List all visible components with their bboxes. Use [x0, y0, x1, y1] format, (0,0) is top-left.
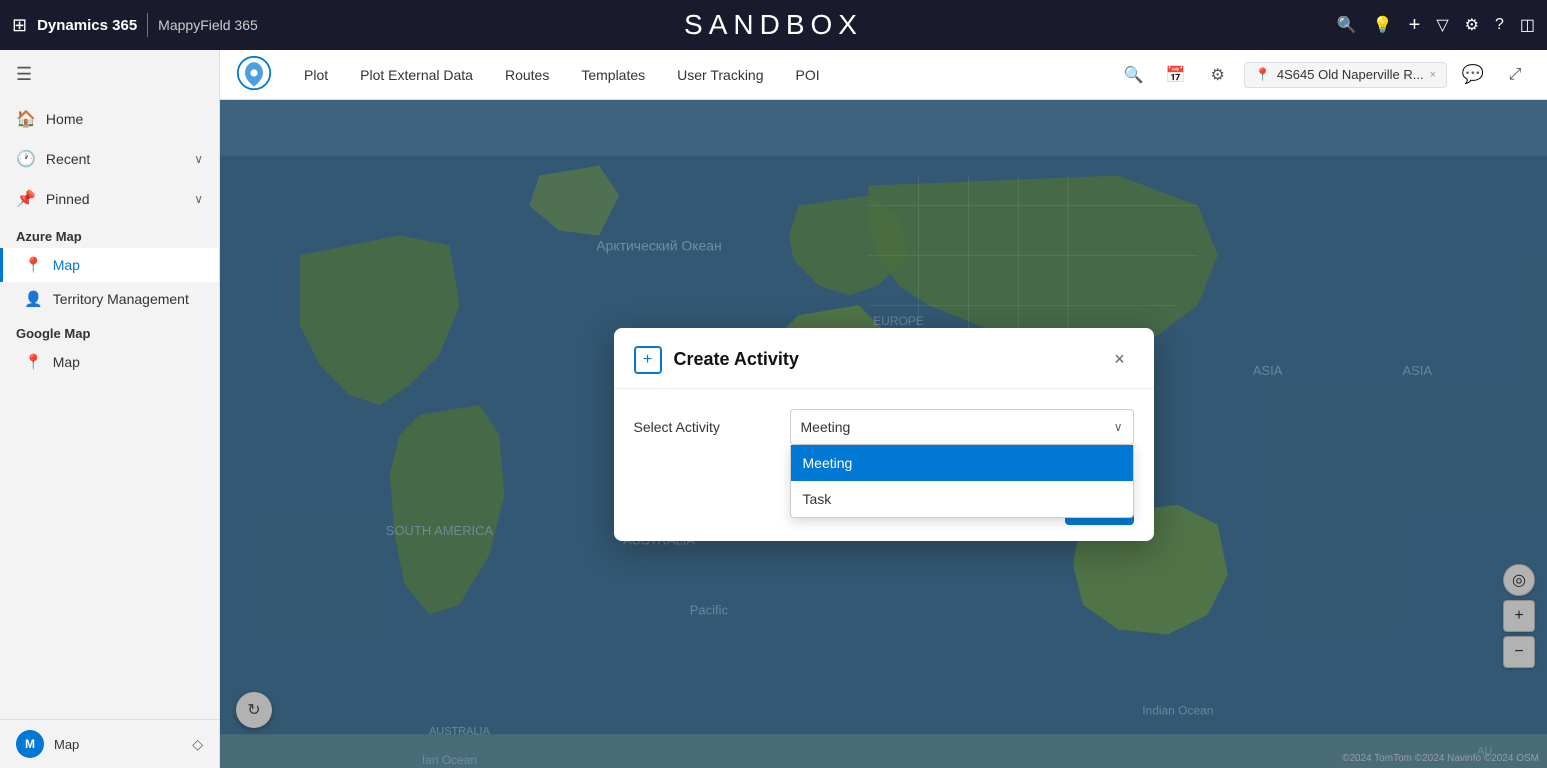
- sidebar-item-territory-management[interactable]: 👤 Territory Management: [0, 282, 219, 316]
- modal-add-icon: +: [634, 346, 662, 374]
- home-label: Home: [46, 111, 203, 127]
- sidebar-item-pinned[interactable]: 📌 Pinned ∨: [0, 179, 219, 219]
- filter-icon[interactable]: ▽: [1436, 15, 1448, 35]
- top-nav-left: ⊞ Dynamics 365 MappyField 365: [12, 13, 258, 37]
- territory-management-label: Territory Management: [53, 291, 189, 307]
- header-address[interactable]: 📍 4S645 Old Naperville R... ×: [1244, 62, 1447, 88]
- pinned-label: Pinned: [46, 191, 184, 207]
- top-nav-bar: ⊞ Dynamics 365 MappyField 365 SANDBOX 🔍 …: [0, 0, 1547, 50]
- selected-activity-value: Meeting: [801, 419, 851, 435]
- google-map-icon: 📍: [24, 353, 43, 371]
- top-nav-right: 🔍 💡 + ▽ ⚙ ? ◫: [1337, 14, 1535, 37]
- search-icon[interactable]: 🔍: [1337, 15, 1357, 35]
- header-nav-templates[interactable]: Templates: [565, 50, 661, 100]
- territory-icon: 👤: [24, 290, 43, 308]
- user-icon[interactable]: ◫: [1520, 15, 1535, 35]
- header-nav-user-tracking[interactable]: User Tracking: [661, 50, 779, 100]
- azure-map-label: Map: [53, 257, 80, 273]
- content-area: Plot Plot External Data Routes Templates…: [220, 50, 1547, 768]
- pinned-chevron: ∨: [194, 192, 203, 206]
- waffle-menu-icon[interactable]: ⊞: [12, 15, 27, 36]
- sidebar-item-azure-map[interactable]: 📍 Map: [0, 248, 219, 282]
- logo-svg: [236, 55, 272, 91]
- recent-icon: 🕐: [16, 149, 36, 169]
- header-search-icon[interactable]: 🔍: [1118, 59, 1150, 91]
- sidebar-item-home[interactable]: 🏠 Home: [0, 99, 219, 139]
- sidebar-item-recent[interactable]: 🕐 Recent ∨: [0, 139, 219, 179]
- azure-map-section-label: Azure Map: [0, 219, 219, 248]
- header-chat-icon[interactable]: 💬: [1457, 59, 1489, 91]
- header-nav-plot-external[interactable]: Plot External Data: [344, 50, 489, 100]
- dropdown-item-task[interactable]: Task: [791, 481, 1133, 517]
- app-subtitle: MappyField 365: [158, 17, 258, 33]
- create-activity-modal: + Create Activity × Select Activity Meet…: [614, 328, 1154, 541]
- activity-select-container: Meeting ∨ Meeting Task: [790, 409, 1134, 445]
- header-settings-icon[interactable]: ⚙: [1202, 59, 1234, 91]
- dropdown-item-meeting[interactable]: Meeting: [791, 445, 1133, 481]
- map-icon: 📍: [24, 256, 43, 274]
- sandbox-title: SANDBOX: [684, 9, 863, 41]
- home-icon: 🏠: [16, 109, 36, 129]
- select-activity-row: Select Activity Meeting ∨ Meeting Task: [634, 409, 1134, 445]
- map-area[interactable]: Арктический Океан Pacific ASIA ASIA AFRI…: [220, 100, 1547, 768]
- app-header: Plot Plot External Data Routes Templates…: [220, 50, 1547, 100]
- location-pin-icon: 📍: [1255, 67, 1271, 83]
- plus-icon: +: [643, 351, 652, 369]
- modal-title: Create Activity: [674, 349, 799, 370]
- sidebar: ☰ 🏠 Home 🕐 Recent ∨ 📌 Pinned ∨ Azure Map…: [0, 50, 220, 768]
- modal-overlay: + Create Activity × Select Activity Meet…: [220, 100, 1547, 768]
- header-nav-plot[interactable]: Plot: [288, 50, 344, 100]
- header-nav-items: Plot Plot External Data Routes Templates…: [288, 50, 1118, 100]
- pinned-icon: 📌: [16, 189, 36, 209]
- sidebar-menu-icon[interactable]: ☰: [0, 50, 219, 99]
- add-icon[interactable]: +: [1409, 14, 1421, 37]
- header-right: 🔍 📅 ⚙ 📍 4S645 Old Naperville R... × 💬 ⤢: [1118, 59, 1531, 91]
- modal-close-button[interactable]: ×: [1106, 346, 1134, 374]
- bottom-label: Map: [54, 737, 182, 752]
- select-chevron-icon: ∨: [1114, 420, 1123, 434]
- recent-chevron: ∨: [194, 152, 203, 166]
- app-logo: [236, 55, 276, 95]
- header-nav-poi[interactable]: POI: [780, 50, 836, 100]
- google-map-section-label: Google Map: [0, 316, 219, 345]
- sidebar-item-google-map[interactable]: 📍 Map: [0, 345, 219, 379]
- header-nav-routes[interactable]: Routes: [489, 50, 565, 100]
- address-close-icon[interactable]: ×: [1430, 69, 1436, 81]
- header-expand-icon[interactable]: ⤢: [1499, 59, 1531, 91]
- avatar: M: [16, 730, 44, 758]
- activity-dropdown-list: Meeting Task: [790, 445, 1134, 518]
- activity-select-box[interactable]: Meeting ∨: [790, 409, 1134, 445]
- sidebar-bottom[interactable]: M Map ◇: [0, 719, 219, 768]
- header-calendar-icon[interactable]: 📅: [1160, 59, 1192, 91]
- google-map-label: Map: [53, 354, 80, 370]
- app-title: Dynamics 365: [37, 17, 137, 34]
- recent-label: Recent: [46, 151, 184, 167]
- settings-icon[interactable]: ⚙: [1465, 15, 1479, 35]
- main-layout: ☰ 🏠 Home 🕐 Recent ∨ 📌 Pinned ∨ Azure Map…: [0, 50, 1547, 768]
- bulb-icon[interactable]: 💡: [1373, 15, 1393, 35]
- address-text: 4S645 Old Naperville R...: [1277, 67, 1424, 82]
- nav-divider: [147, 13, 148, 37]
- select-activity-label: Select Activity: [634, 419, 774, 435]
- modal-body: Select Activity Meeting ∨ Meeting Task: [614, 389, 1154, 481]
- modal-header: + Create Activity ×: [614, 328, 1154, 389]
- help-icon[interactable]: ?: [1495, 16, 1504, 34]
- bottom-arrow-icon: ◇: [192, 736, 203, 753]
